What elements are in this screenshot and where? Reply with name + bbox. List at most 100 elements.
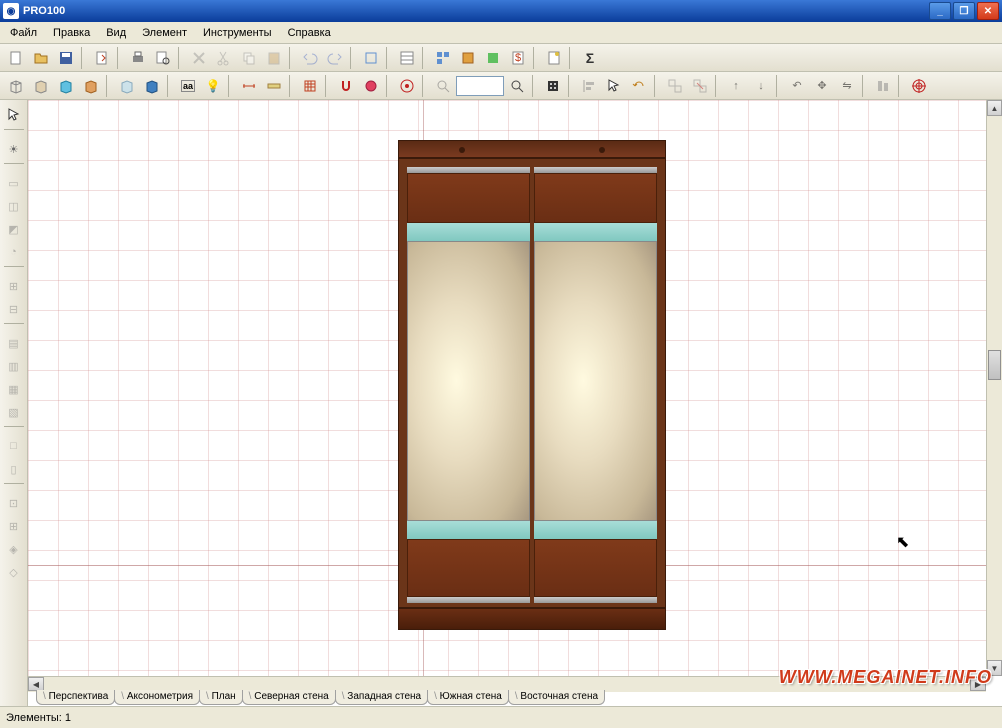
tab-east[interactable]: Восточная стена (508, 690, 605, 705)
center-button[interactable] (395, 74, 419, 98)
lights-button[interactable]: 💡 (201, 74, 225, 98)
new-button[interactable] (4, 46, 28, 70)
target-icon[interactable] (907, 74, 931, 98)
canvas[interactable]: ⬉ (28, 100, 986, 676)
paste-button[interactable] (262, 46, 286, 70)
tab-west[interactable]: Западная стена (335, 690, 428, 705)
library-button[interactable] (456, 46, 480, 70)
menu-tools[interactable]: Инструменты (195, 25, 280, 41)
tool-1[interactable]: ▭ (3, 172, 25, 194)
move-icon[interactable]: ✥ (810, 74, 834, 98)
align-icon[interactable] (871, 74, 895, 98)
move-up-icon[interactable]: ↑ (724, 74, 748, 98)
align-left-icon[interactable] (577, 74, 601, 98)
menu-edit[interactable]: Правка (45, 25, 98, 41)
tool-12[interactable]: ▯ (3, 458, 25, 480)
shaded-view-icon[interactable] (140, 74, 164, 98)
menu-view[interactable]: Вид (98, 25, 134, 41)
undo-button[interactable] (298, 46, 322, 70)
dim-tool-icon[interactable] (237, 74, 261, 98)
new-element-button[interactable] (359, 46, 383, 70)
structure-button[interactable] (431, 46, 455, 70)
tab-north[interactable]: Северная стена (242, 690, 336, 705)
light-tool[interactable]: ☀ (3, 138, 25, 160)
zoom-button[interactable] (431, 74, 455, 98)
tool-8[interactable]: ▥ (3, 355, 25, 377)
ruler-icon[interactable] (262, 74, 286, 98)
rotate-tool-icon[interactable] (627, 74, 651, 98)
window-title: PRO100 (23, 5, 929, 17)
collision-button[interactable] (359, 74, 383, 98)
materials-button[interactable] (481, 46, 505, 70)
tool-10[interactable]: ▧ (3, 401, 25, 423)
left-toolbar: ☀ ▭ ◫ ◩ ◔ ⊞ ⊟ ▤ ▥ ▦ ▧ □ ▯ ⊡ ⊞ ◈ ◇ (0, 100, 28, 706)
print-button[interactable] (126, 46, 150, 70)
tool-4[interactable]: ◔ (3, 241, 25, 263)
tab-perspective[interactable]: Перспектива (36, 690, 115, 705)
select-tool-icon[interactable] (602, 74, 626, 98)
report-button[interactable] (542, 46, 566, 70)
scroll-thumb[interactable] (988, 350, 1001, 380)
tool-7[interactable]: ▤ (3, 332, 25, 354)
tool-3[interactable]: ◩ (3, 218, 25, 240)
grid-button[interactable] (298, 74, 322, 98)
labels-button[interactable]: aa (176, 74, 200, 98)
save-button[interactable] (54, 46, 78, 70)
status-bar: Элементы: 1 (0, 706, 1002, 728)
tool-11[interactable]: □ (3, 435, 25, 457)
ungroup-icon[interactable] (688, 74, 712, 98)
copy-button[interactable] (237, 46, 261, 70)
wardrobe-model[interactable] (398, 140, 666, 630)
tab-axonometry[interactable]: Аксонометрия (114, 690, 200, 705)
tool-2[interactable]: ◫ (3, 195, 25, 217)
scroll-left-icon[interactable]: ◀ (28, 677, 44, 691)
cut-button[interactable] (212, 46, 236, 70)
app-icon: ◉ (3, 3, 19, 19)
tab-plan[interactable]: План (199, 690, 243, 705)
color-view-icon[interactable] (54, 74, 78, 98)
svg-text:$: $ (515, 52, 521, 64)
transparent-view-icon[interactable] (115, 74, 139, 98)
menu-bar: Файл Правка Вид Элемент Инструменты Спра… (0, 22, 1002, 44)
zoom-combo[interactable] (456, 76, 504, 96)
export-button[interactable] (90, 46, 114, 70)
maximize-button[interactable]: ❐ (953, 2, 975, 20)
view-tabs: Перспектива Аксонометрия План Северная с… (36, 690, 604, 706)
tool-5[interactable]: ⊞ (3, 275, 25, 297)
sketch-view-icon[interactable] (29, 74, 53, 98)
tool-16[interactable]: ◇ (3, 561, 25, 583)
title-bar: ◉ PRO100 _ ❐ ✕ (0, 0, 1002, 22)
minimize-button[interactable]: _ (929, 2, 951, 20)
tool-6[interactable]: ⊟ (3, 298, 25, 320)
menu-help[interactable]: Справка (280, 25, 339, 41)
redo-button[interactable] (323, 46, 347, 70)
tab-south[interactable]: Южная стена (427, 690, 509, 705)
zoom-fit-button[interactable] (505, 74, 529, 98)
scroll-up-icon[interactable]: ▲ (987, 100, 1002, 116)
move-down-icon[interactable]: ↓ (749, 74, 773, 98)
print-preview-button[interactable] (151, 46, 175, 70)
group-icon[interactable] (663, 74, 687, 98)
pointer-tool[interactable] (3, 104, 25, 126)
wireframe-view-icon[interactable] (4, 74, 28, 98)
watermark: WWW.MEGAINET.INFO (779, 667, 992, 688)
mirror-icon[interactable]: ⇋ (835, 74, 859, 98)
sum-button[interactable]: Σ (578, 46, 602, 70)
vertical-scrollbar[interactable]: ▲ ▼ (986, 100, 1002, 676)
menu-element[interactable]: Элемент (134, 25, 195, 41)
render-button[interactable] (541, 74, 565, 98)
properties-button[interactable] (395, 46, 419, 70)
open-button[interactable] (29, 46, 53, 70)
tool-9[interactable]: ▦ (3, 378, 25, 400)
pricelist-button[interactable]: $ (506, 46, 530, 70)
rotate-left-icon[interactable]: ↶ (785, 74, 809, 98)
texture-view-icon[interactable] (79, 74, 103, 98)
tool-15[interactable]: ◈ (3, 538, 25, 560)
close-button[interactable]: ✕ (977, 2, 999, 20)
delete-button[interactable] (187, 46, 211, 70)
menu-file[interactable]: Файл (2, 25, 45, 41)
tool-13[interactable]: ⊡ (3, 492, 25, 514)
status-text: Элементы: 1 (6, 712, 71, 724)
snap-button[interactable] (334, 74, 358, 98)
tool-14[interactable]: ⊞ (3, 515, 25, 537)
